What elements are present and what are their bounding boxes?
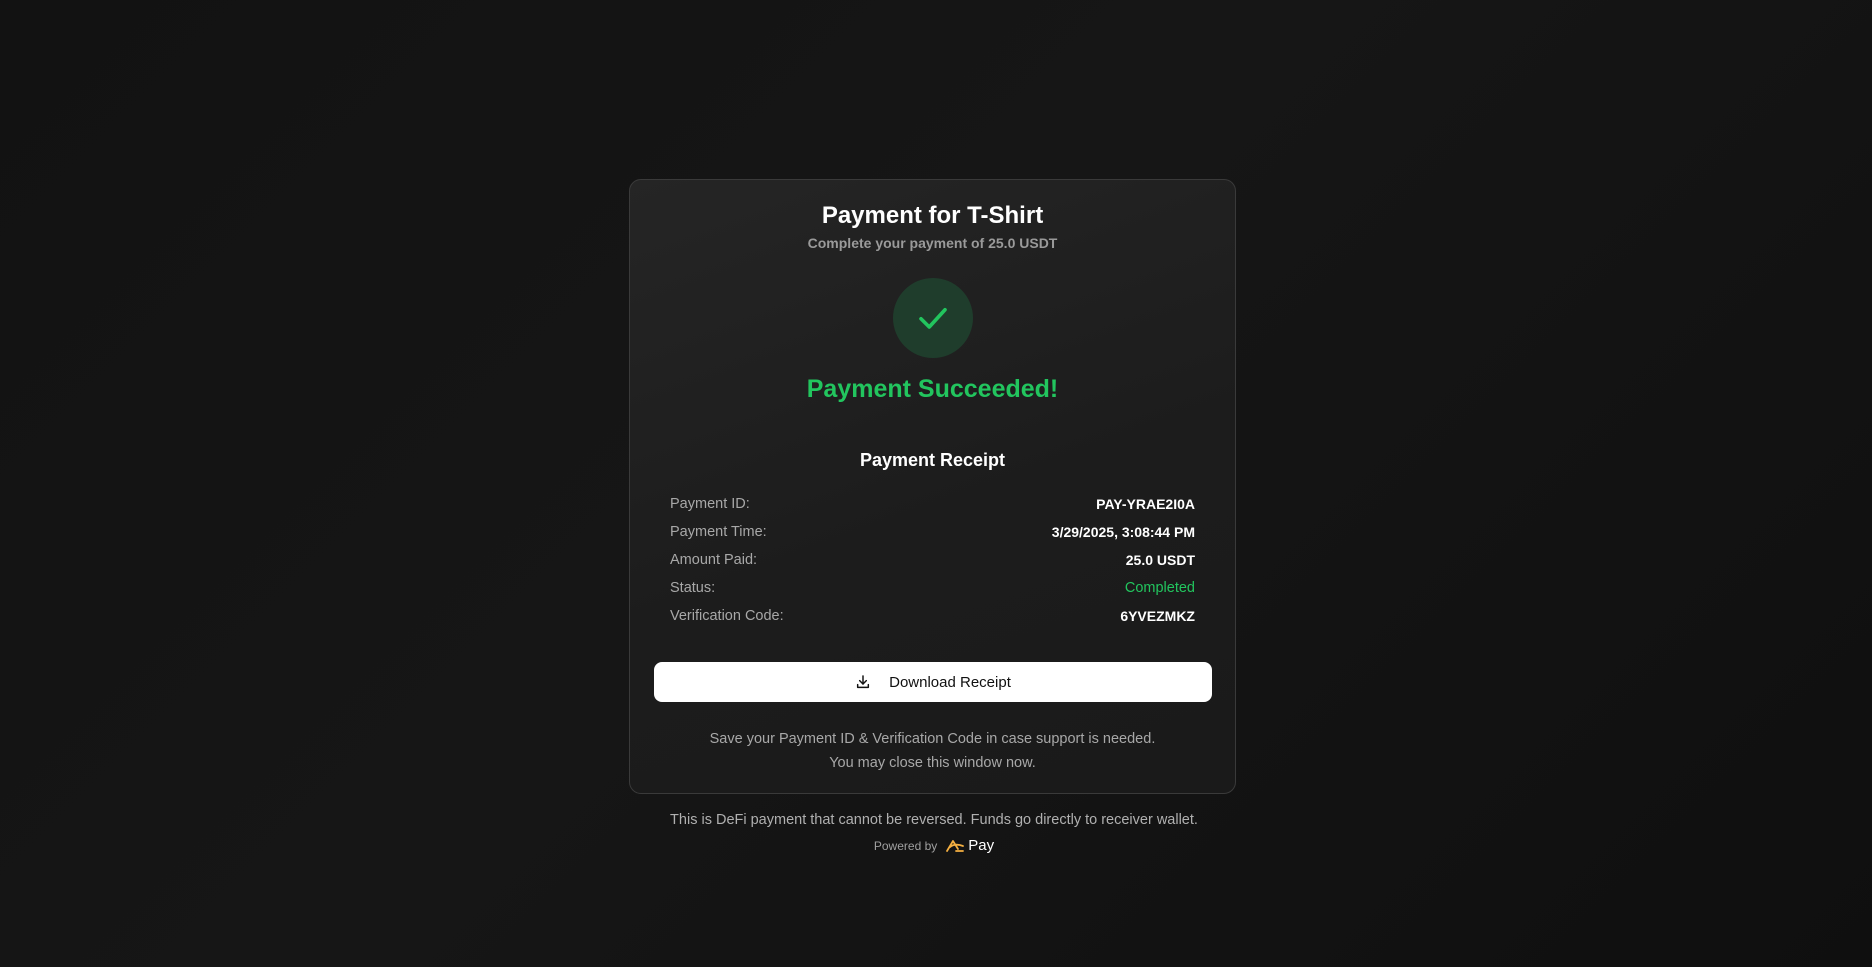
receipt-row-verification-code: Verification Code: 6YVEZMKZ — [670, 602, 1195, 630]
success-message: Payment Succeeded! — [806, 375, 1059, 403]
defi-disclaimer: This is DeFi payment that cannot be reve… — [670, 812, 1198, 828]
receipt-details: Payment ID: PAY-YRAE2I0A Payment Time: 3… — [670, 490, 1195, 630]
download-receipt-label: Download Receipt — [889, 673, 1011, 691]
status-value: Completed — [1124, 580, 1195, 596]
payment-id-value: PAY-YRAE2I0A — [1096, 496, 1195, 512]
brand-name: Pay — [968, 837, 995, 854]
success-badge — [893, 278, 973, 358]
brand-logo: Pay — [945, 837, 994, 854]
receipt-row-amount: Amount Paid: 25.0 USDT — [670, 546, 1195, 574]
receipt-title: Payment Receipt — [859, 450, 1006, 470]
receipt-row-payment-id: Payment ID: PAY-YRAE2I0A — [670, 490, 1195, 518]
payment-time-value: 3/29/2025, 3:08:44 PM — [1051, 524, 1195, 540]
download-icon — [855, 674, 871, 690]
check-icon — [919, 307, 947, 329]
powered-by: Powered by Pay — [0, 837, 1868, 854]
amount-value: 25.0 USDT — [1125, 552, 1195, 568]
receipt-row-payment-time: Payment Time: 3/29/2025, 3:08:44 PM — [670, 518, 1195, 546]
support-note: Save your Payment ID & Verification Code… — [630, 727, 1235, 775]
amount-label: Amount Paid: — [670, 552, 758, 568]
brand-logo-icon — [946, 839, 965, 852]
receipt-row-status: Status: Completed — [670, 574, 1195, 602]
payment-card: Payment for T-Shirt Complete your paymen… — [629, 179, 1236, 794]
verification-code-label: Verification Code: — [670, 608, 784, 624]
status-label: Status: — [670, 580, 716, 596]
payment-id-label: Payment ID: — [670, 496, 750, 512]
support-note-line-2: You may close this window now. — [829, 755, 1036, 771]
support-note-line-1: Save your Payment ID & Verification Code… — [709, 731, 1156, 747]
page-title: Payment for T-Shirt — [821, 202, 1044, 229]
page-subtitle: Complete your payment of 25.0 USDT — [807, 235, 1058, 251]
download-receipt-button[interactable]: Download Receipt — [654, 662, 1212, 702]
powered-by-label: Powered by — [873, 838, 938, 853]
verification-code-value: 6YVEZMKZ — [1120, 608, 1195, 624]
payment-time-label: Payment Time: — [670, 524, 767, 540]
